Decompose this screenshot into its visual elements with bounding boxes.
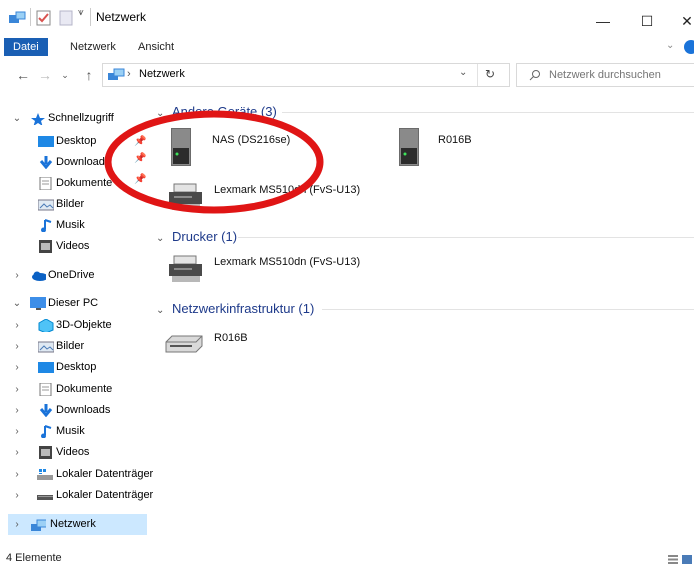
download-arrow-icon	[39, 156, 53, 169]
cube-icon	[38, 319, 54, 332]
chevron-right-icon[interactable]: ›	[12, 421, 22, 442]
details-view-icon[interactable]	[668, 555, 678, 567]
breadcrumb-separator-icon: ›	[127, 68, 131, 80]
window-title: Netzwerk	[96, 10, 147, 24]
music-note-icon	[41, 219, 52, 232]
nav-quick-videos[interactable]: Videos	[0, 236, 150, 257]
star-icon	[31, 113, 45, 125]
chevron-right-icon[interactable]: ›	[12, 357, 22, 378]
ribbon-tabs: Datei Netzwerk Ansicht ⌄	[0, 38, 694, 56]
recent-locations-icon[interactable]: ⌄	[56, 64, 74, 86]
tab-datei[interactable]: Datei	[4, 38, 48, 56]
document-icon	[39, 383, 52, 396]
video-icon	[39, 240, 52, 253]
printer-lexmark[interactable]: Lexmark MS510dn (FvS-U13)	[168, 252, 388, 288]
server-icon	[399, 128, 419, 166]
ribbon-collapse-icon[interactable]: ⌄	[666, 40, 674, 51]
nav-onedrive[interactable]: › OneDrive	[0, 265, 150, 286]
windows-drive-icon	[37, 469, 53, 480]
chevron-down-icon[interactable]: ⌄	[156, 305, 164, 316]
qat-dropdown-icon[interactable]: ⩛	[78, 7, 84, 18]
search-field[interactable]	[516, 63, 694, 87]
chevron-right-icon[interactable]: ›	[12, 442, 22, 463]
group-title: Drucker (1)	[172, 229, 238, 244]
nav-pc-desktop[interactable]: › Desktop	[0, 357, 150, 378]
properties-icon[interactable]	[36, 10, 52, 26]
minimize-button[interactable]: —	[580, 8, 626, 34]
up-arrow-icon[interactable]: ↑	[80, 64, 98, 86]
nav-pc-downloads[interactable]: › Downloads	[0, 400, 150, 421]
chevron-right-icon[interactable]: ›	[12, 265, 22, 286]
nav-pc-dokumente[interactable]: › Dokumente	[0, 379, 150, 400]
network-icon	[108, 68, 125, 80]
status-item-count: 4 Elemente	[6, 552, 62, 564]
nav-pc-videos[interactable]: › Videos	[0, 442, 150, 463]
desktop-icon	[38, 362, 54, 373]
chevron-down-icon[interactable]: ⌄	[12, 293, 22, 314]
group-printers[interactable]: ⌄ Drucker (1)	[156, 228, 694, 246]
tiles-view-icon[interactable]	[682, 555, 692, 567]
close-button[interactable]: ✕	[664, 8, 694, 34]
chevron-right-icon[interactable]: ›	[12, 400, 22, 421]
pictures-icon	[38, 199, 54, 211]
breadcrumb[interactable]: Netzwerk	[139, 68, 185, 80]
network-folder-icon[interactable]	[8, 10, 26, 26]
chevron-down-icon[interactable]: ⌄	[156, 233, 164, 244]
address-bar[interactable]: › Netzwerk ⌄ ↻	[102, 63, 510, 87]
nav-pc-local-disk-2[interactable]: › Lokaler Datenträger	[0, 485, 153, 506]
network-icon	[31, 519, 46, 531]
help-icon[interactable]	[684, 40, 694, 54]
nav-pc-musik[interactable]: › Musik	[0, 421, 150, 442]
router-r016b[interactable]: R016B	[164, 326, 324, 358]
search-input[interactable]	[547, 66, 691, 84]
nav-network[interactable]: › Netzwerk	[8, 514, 147, 535]
tab-netzwerk[interactable]: Netzwerk	[62, 38, 124, 56]
nav-this-pc[interactable]: ⌄ Dieser PC	[0, 293, 150, 314]
new-folder-icon[interactable]	[58, 10, 74, 26]
download-arrow-icon	[39, 404, 53, 417]
router-icon	[165, 335, 203, 353]
back-arrow-icon[interactable]: ←	[14, 64, 32, 86]
tab-ansicht[interactable]: Ansicht	[130, 38, 182, 56]
chevron-right-icon[interactable]: ›	[12, 379, 22, 400]
cloud-icon	[32, 271, 46, 281]
chevron-right-icon[interactable]: ›	[12, 336, 22, 357]
drive-icon	[37, 495, 53, 500]
chevron-right-icon[interactable]: ›	[12, 464, 22, 485]
group-title: Netzwerkinfrastruktur (1)	[172, 301, 315, 316]
refresh-icon[interactable]: ↻	[485, 67, 495, 81]
nav-pc-3d-objects[interactable]: › 3D-Objekte	[0, 315, 150, 336]
nav-quick-musik[interactable]: Musik	[0, 215, 150, 236]
group-network-infrastructure[interactable]: ⌄ Netzwerkinfrastruktur (1)	[156, 300, 694, 318]
desktop-icon	[38, 136, 54, 147]
search-icon	[529, 70, 540, 81]
address-dropdown-icon[interactable]: ⌄	[459, 67, 467, 78]
chevron-right-icon[interactable]: ›	[12, 485, 22, 506]
chevron-down-icon[interactable]: ⌄	[12, 108, 22, 129]
music-note-icon	[41, 425, 52, 438]
computer-icon	[30, 297, 46, 310]
chevron-right-icon[interactable]: ›	[12, 315, 22, 336]
title-bar: ⩛ Netzwerk — ☐ ✕	[0, 0, 694, 34]
nav-pc-bilder[interactable]: › Bilder	[0, 336, 150, 357]
chevron-right-icon[interactable]: ›	[12, 514, 22, 535]
device-r016b[interactable]: R016B	[394, 126, 544, 170]
forward-arrow-icon[interactable]: →	[36, 64, 54, 86]
pictures-icon	[38, 341, 54, 353]
address-row: ← → ⌄ ↑ › Netzwerk ⌄ ↻	[0, 62, 694, 88]
nav-pc-local-disk-1[interactable]: › Lokaler Datenträger	[0, 464, 153, 485]
document-icon	[39, 177, 52, 190]
red-annotation-ellipse	[104, 110, 324, 214]
printer-icon	[169, 255, 202, 282]
video-icon	[39, 446, 52, 459]
